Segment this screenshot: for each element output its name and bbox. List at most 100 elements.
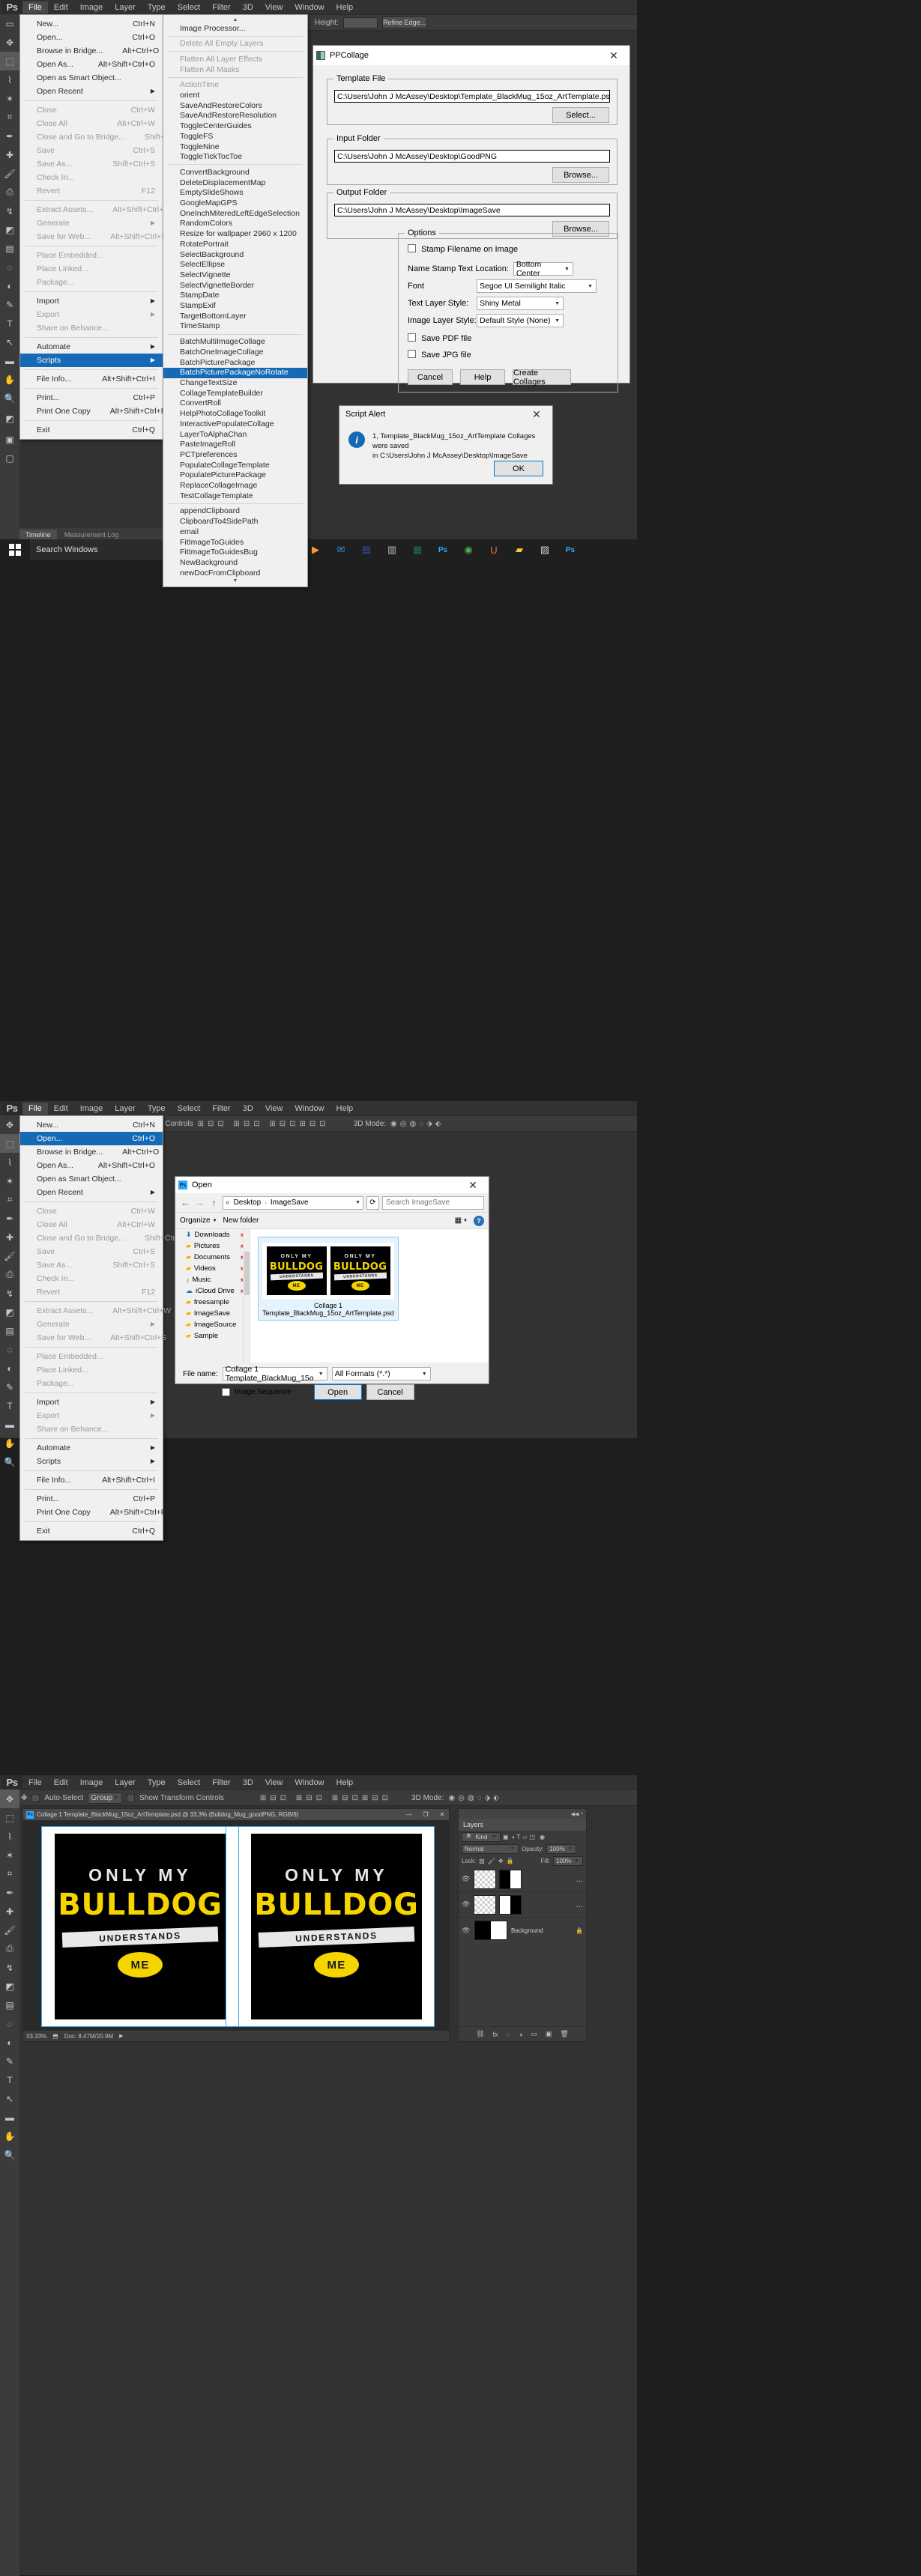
menu-item-resize-for-wallpaper-2960-x-1200[interactable]: Resize for wallpaper 2960 x 1200 — [163, 229, 307, 240]
foreground-color-swatch[interactable]: ◩ — [0, 407, 19, 430]
taskbar-icon-excel[interactable]: ▦ — [405, 539, 430, 560]
align-icons-3[interactable]: ⊞⊟⊡ ⊞⊟⊡ ⊞⊟⊡⊞⊟⊡ — [260, 1794, 392, 1802]
menu-edit[interactable]: Edit — [48, 1, 74, 13]
sidebar-item-music[interactable]: ♪Music📌 — [175, 1274, 250, 1285]
menu-image-3[interactable]: Image — [74, 1777, 109, 1789]
menu-item-scripts[interactable]: Scripts ▶ — [20, 1455, 163, 1468]
menu-item-file-info[interactable]: File Info... Alt+Shift+Ctrl+I — [20, 1473, 163, 1487]
auto-select-checkbox[interactable] — [31, 1793, 40, 1802]
menu-view[interactable]: View — [259, 1, 289, 13]
menu-item-generate[interactable]: Generate ▶ — [20, 216, 163, 230]
menu-filter-2[interactable]: Filter — [206, 1103, 236, 1115]
panel-menu-icon[interactable]: ▪ — [582, 1811, 583, 1816]
zoom-tool-3[interactable]: 🔍 — [0, 2145, 19, 2164]
menu-item-print-one-copy[interactable]: Print One Copy Alt+Shift+Ctrl+P — [20, 404, 166, 418]
eraser-tool[interactable]: ◩ — [0, 220, 19, 239]
filetype-select[interactable]: All Formats (*.*) ▼ — [331, 1367, 431, 1381]
scroll-up-icon[interactable]: ▲ — [163, 17, 307, 23]
filename-input[interactable]: Collage 1 Template_BlackMug_15o ▼ — [222, 1365, 327, 1383]
scroll-down-icon[interactable]: ▼ — [163, 578, 307, 584]
menu-item-revert[interactable]: Revert F12 — [20, 1285, 163, 1299]
menu-item-image-processor[interactable]: Image Processor... — [163, 23, 307, 34]
menu-view-3[interactable]: View — [259, 1777, 289, 1789]
sidebar-item-icloud-drive[interactable]: ☁iCloud Drive📌 — [175, 1285, 250, 1297]
menu-item-place-linked[interactable]: Place Linked... — [20, 262, 163, 276]
menu-item-interactivepopulatecollage[interactable]: InteractivePopulateCollage — [163, 419, 307, 429]
menu-layer-2[interactable]: Layer — [109, 1103, 142, 1115]
new-layer-icon[interactable]: ▣ — [546, 2030, 552, 2038]
blend-mode-select[interactable]: Normal ▼ — [462, 1843, 519, 1854]
menu-item-open[interactable]: Open... Ctrl+O — [20, 1132, 163, 1145]
menu-help[interactable]: Help — [330, 1, 360, 13]
filter-smart-icon[interactable]: ◳ — [529, 1834, 535, 1840]
healing-brush-tool[interactable]: ✚ — [0, 145, 19, 164]
menu-item-open-recent[interactable]: Open Recent ▶ — [20, 85, 163, 98]
menu-item-new[interactable]: New... Ctrl+N — [20, 1118, 163, 1132]
menu-item-new[interactable]: New... Ctrl+N — [20, 17, 163, 31]
blur-tool[interactable]: ◌ — [0, 258, 19, 276]
menu-item-flatten-all-masks[interactable]: Flatten All Masks — [163, 64, 307, 75]
open-dialog-filelist[interactable]: ONLY MY BULLDOG UNDERSTANDS ME ONLY MY B… — [250, 1229, 489, 1363]
dodge-tool-3[interactable]: ◐ — [0, 2033, 19, 2052]
path-selection-tool[interactable]: ↖ — [0, 333, 19, 351]
menu-window-3[interactable]: Window — [289, 1777, 330, 1789]
sidebar-item-pictures[interactable]: ▰Pictures📌 — [175, 1240, 250, 1252]
menu-item-place-linked[interactable]: Place Linked... — [20, 1363, 163, 1377]
menu-item-close-all[interactable]: Close All Alt+Ctrl+W — [20, 1218, 163, 1231]
mask-icon[interactable]: ◌ — [507, 2031, 510, 2038]
lasso-tool-2[interactable]: ⌇ — [0, 1153, 19, 1172]
clone-stamp-tool-2[interactable]: ⎙ — [0, 1265, 19, 1284]
file-menu-1[interactable]: New... Ctrl+N Open... Ctrl+O Browse in Bridg… — [19, 14, 189, 440]
menu-item-replacecollageimage[interactable]: ReplaceCollageImage — [163, 481, 307, 491]
menu-3d-3[interactable]: 3D — [237, 1777, 259, 1789]
sidebar-scrollbar-thumb[interactable] — [244, 1252, 250, 1295]
menu-item-open-recent[interactable]: Open Recent ▶ — [20, 1186, 163, 1199]
document-tab-title[interactable]: Collage 1 Template_BlackMug_15oz_ArtTemp… — [37, 1811, 399, 1818]
menu-item-newbackground[interactable]: NewBackground — [163, 557, 307, 568]
script-alert-close-button[interactable]: ✕ — [524, 407, 549, 422]
open-button[interactable]: Open — [313, 1384, 362, 1400]
menu-item-orient[interactable]: orient — [163, 91, 307, 101]
menu-item-save-for-web[interactable]: Save for Web... Alt+Shift+Ctrl+S — [20, 230, 166, 243]
3d-mode-icons-3[interactable]: ◉◎◍◌⬗⬖ — [448, 1794, 502, 1802]
zoom-tool[interactable]: 🔍 — [0, 389, 19, 407]
menu-item-fitimagetoguidesbug[interactable]: FitImageToGuidesBug — [163, 548, 307, 558]
menu-view-2[interactable]: View — [259, 1103, 289, 1115]
menu-3d-2[interactable]: 3D — [237, 1103, 259, 1115]
eye-icon[interactable]: 👁 — [462, 1900, 471, 1909]
pen-tool-3[interactable]: ✎ — [0, 2052, 19, 2070]
filter-type-icon[interactable]: T — [516, 1834, 520, 1840]
menu-item-automate[interactable]: Automate ▶ — [20, 1441, 163, 1455]
menu-help-2[interactable]: Help — [330, 1103, 360, 1115]
menu-item-open-as-smart-object[interactable]: Open as Smart Object... — [20, 71, 163, 85]
image-sequence-checkbox[interactable] — [222, 1388, 230, 1396]
quick-mask-button[interactable]: ▣ — [0, 430, 19, 449]
type-tool[interactable]: T — [0, 314, 19, 333]
help-icon[interactable]: ? — [474, 1215, 484, 1226]
menu-type[interactable]: Type — [142, 1, 172, 13]
scripts-submenu[interactable]: ▲ Image Processor... Delete All Empty Laye… — [163, 14, 308, 587]
menu-item-close-and-go-to-bridge[interactable]: Close and Go to Bridge...Shift+Ctrl+W — [20, 1231, 189, 1245]
lock-position-icon[interactable]: ✥ — [498, 1858, 504, 1864]
forward-button[interactable]: → — [194, 1197, 205, 1208]
menu-item-toggleticktoctoe[interactable]: ToggleTickTocToe — [163, 152, 307, 163]
dodge-tool-2[interactable]: ◐ — [0, 1359, 19, 1378]
menu-item-googlemapgps[interactable]: GoogleMapGPS — [163, 198, 307, 209]
breadcrumb-item-imagesave[interactable]: ImageSave — [271, 1198, 309, 1207]
save-jpg-checkbox[interactable] — [408, 350, 416, 358]
menu-item-open-as[interactable]: Open As... Alt+Shift+Ctrl+O — [20, 58, 163, 71]
menu-item-save[interactable]: Save Ctrl+S — [20, 1245, 163, 1258]
refine-edge-button[interactable]: Refine Edge... — [381, 16, 427, 28]
blur-tool-3[interactable]: ◌ — [0, 2014, 19, 2033]
sidebar-item-downloads[interactable]: ⬇Downloads📌 — [175, 1229, 250, 1240]
menu-file[interactable]: File — [22, 1, 48, 13]
marquee-tool[interactable]: ▭ — [0, 14, 19, 33]
layer-more-icon[interactable]: ... — [576, 1900, 583, 1909]
menu-window-2[interactable]: Window — [289, 1103, 330, 1115]
gradient-tool-2[interactable]: ▤ — [0, 1321, 19, 1340]
menu-item-exit[interactable]: Exit Ctrl+Q — [20, 1524, 163, 1538]
stamp-filename-row[interactable]: Stamp Filename on Image — [408, 244, 518, 254]
filter-shape-icon[interactable]: ▱ — [522, 1834, 527, 1840]
menu-item-helpphotocollagetoolkit[interactable]: HelpPhotoCollageToolkit — [163, 409, 307, 419]
menu-item-batchoneimagecollage[interactable]: BatchOneImageCollage — [163, 347, 307, 357]
